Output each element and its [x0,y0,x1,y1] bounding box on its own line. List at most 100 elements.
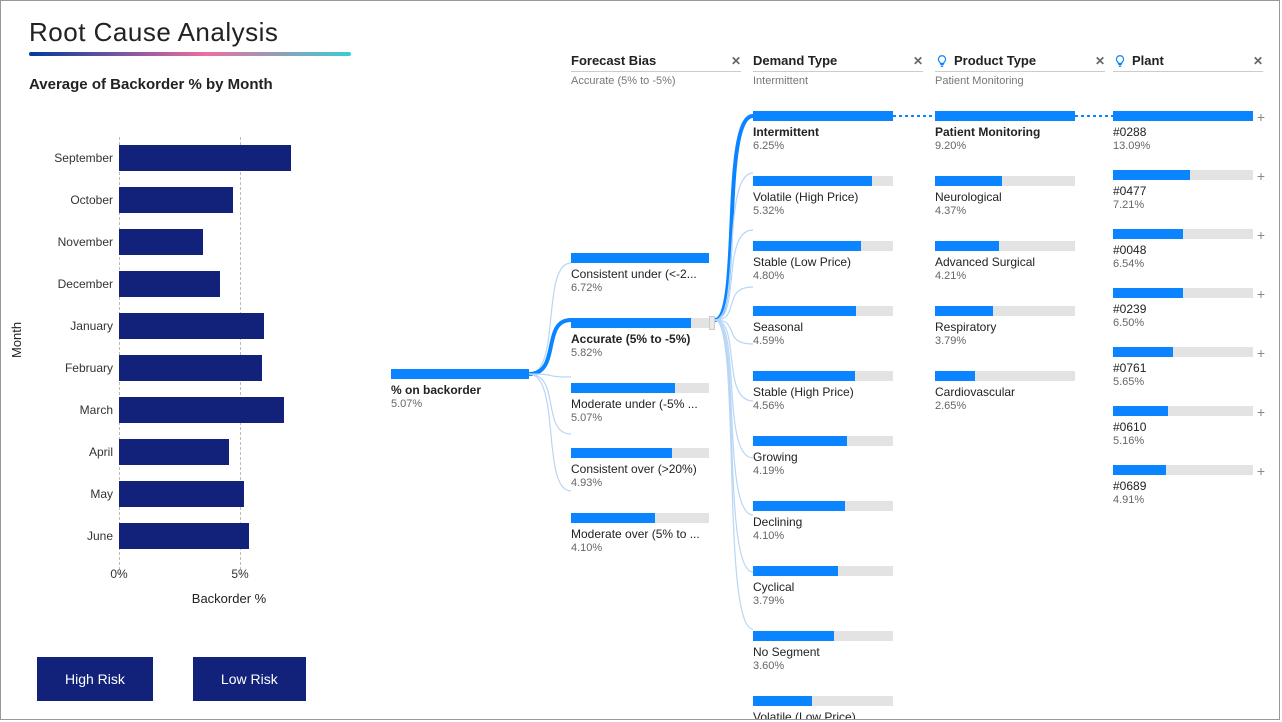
close-icon[interactable]: ✕ [1095,54,1105,68]
tree-node[interactable]: Moderate under (-5% ...5.07% [571,383,709,424]
column-subtitle: Intermittent [753,75,923,93]
expand-icon[interactable]: + [1257,404,1265,420]
node-label: Accurate (5% to -5%) [571,332,709,346]
node-list: Consistent under (<-2...6.72% Accurate (5… [571,253,709,578]
tree-node[interactable]: Volatile (High Price)5.32% [753,176,893,217]
tree-node[interactable]: Seasonal4.59% [753,306,893,347]
node-bar [935,241,1075,251]
tree-node[interactable]: #06894.91%+ [1113,465,1253,506]
column-header[interactable]: Demand Type✕ [753,53,923,72]
node-bar-fill [935,371,975,381]
column-header[interactable]: Forecast Bias✕ [571,53,741,72]
tree-node[interactable]: #028813.09%+ [1113,111,1253,152]
high-risk-button[interactable]: High Risk [37,657,153,701]
expand-icon[interactable]: + [1257,227,1265,243]
x-tick: 5% [231,567,248,581]
node-label: Consistent over (>20%) [571,462,709,476]
node-selection-handle[interactable] [709,316,715,330]
bar-fill[interactable] [119,271,220,297]
bar-category-label: May [33,487,113,501]
tree-node[interactable]: No Segment3.60% [753,631,893,672]
close-icon[interactable]: ✕ [1253,54,1263,68]
node-value: 4.37% [935,205,1075,217]
node-bar-fill [935,111,1075,121]
tree-node[interactable]: Accurate (5% to -5%)5.82% [571,318,709,359]
low-risk-button[interactable]: Low Risk [193,657,306,701]
node-bar [571,448,709,458]
node-bar [753,436,893,446]
column-header[interactable]: Product Type✕ [935,53,1105,72]
bar-chart-body: SeptemberOctoberNovemberDecemberJanuaryF… [119,137,339,557]
node-value: 6.25% [753,140,893,152]
tree-node[interactable]: #02396.50%+ [1113,288,1253,329]
tree-node[interactable]: Intermittent6.25% [753,111,893,152]
node-bar [1113,229,1253,239]
bar-fill[interactable] [119,439,229,465]
decomposition-tree: % on backorder 5.07% Forecast Bias✕ Accur… [391,53,1271,711]
tree-node[interactable]: #04777.21%+ [1113,170,1253,211]
node-value: 3.79% [935,335,1075,347]
node-label: Intermittent [753,125,893,139]
close-icon[interactable]: ✕ [731,54,741,68]
tree-node[interactable]: Consistent under (<-2...6.72% [571,253,709,294]
expand-icon[interactable]: + [1257,168,1265,184]
node-label: #0761 [1113,361,1253,375]
close-icon[interactable]: ✕ [913,54,923,68]
tree-node[interactable]: Growing4.19% [753,436,893,477]
node-bar-fill [753,111,893,121]
node-label: Advanced Surgical [935,255,1075,269]
x-tick: 0% [110,567,127,581]
bar-fill[interactable] [119,523,249,549]
tree-node[interactable]: Stable (Low Price)4.80% [753,241,893,282]
tree-node[interactable]: #00486.54%+ [1113,229,1253,270]
bar-fill[interactable] [119,187,233,213]
expand-icon[interactable]: + [1257,286,1265,302]
node-label: Moderate under (-5% ... [571,397,709,411]
node-bar [571,253,709,263]
bar-fill[interactable] [119,397,284,423]
node-value: 4.10% [753,530,893,542]
bar-fill[interactable] [119,313,264,339]
tree-node[interactable]: Cyclical3.79% [753,566,893,607]
node-label: #0610 [1113,420,1253,434]
expand-icon[interactable]: + [1257,345,1265,361]
column-subtitle: Accurate (5% to -5%) [571,75,741,93]
tree-node[interactable]: #06105.16%+ [1113,406,1253,447]
button-row: High Risk Low Risk [37,657,306,701]
node-bar-fill [753,436,847,446]
tree-node[interactable]: Respiratory3.79% [935,306,1075,347]
expand-icon[interactable]: + [1257,109,1265,125]
node-label: No Segment [753,645,893,659]
node-bar [753,696,893,706]
node-bar [1113,406,1253,416]
bar-fill[interactable] [119,145,291,171]
tree-node[interactable]: Consistent over (>20%)4.93% [571,448,709,489]
tree-root-node[interactable]: % on backorder 5.07% [391,369,529,410]
tree-node[interactable]: Patient Monitoring9.20% [935,111,1075,152]
column-header[interactable]: Plant✕ [1113,53,1263,72]
node-bar-fill [1113,465,1166,475]
tree-node[interactable]: Moderate over (5% to ...4.10% [571,513,709,554]
tree-node[interactable]: Neurological4.37% [935,176,1075,217]
bar-fill[interactable] [119,355,262,381]
node-value: 5.32% [753,205,893,217]
node-value: 4.56% [753,400,893,412]
tree-node[interactable]: #07615.65%+ [1113,347,1253,388]
tree-node[interactable]: Stable (High Price)4.56% [753,371,893,412]
expand-icon[interactable]: + [1257,463,1265,479]
node-value: 4.59% [753,335,893,347]
bar-fill[interactable] [119,229,203,255]
node-bar-fill [571,318,691,328]
node-bar-fill [935,306,993,316]
node-value: 9.20% [935,140,1075,152]
tree-node[interactable]: Advanced Surgical4.21% [935,241,1075,282]
node-bar-fill [1113,347,1173,357]
tree-node[interactable]: Cardiovascular2.65% [935,371,1075,412]
bar-row: June [119,515,339,557]
tree-node[interactable]: Volatile (Low Price)2.64% [753,696,893,720]
tree-node[interactable]: Declining4.10% [753,501,893,542]
bar-row: April [119,431,339,473]
bar-track [119,313,339,339]
column-subtitle [1113,75,1263,81]
bar-fill[interactable] [119,481,244,507]
